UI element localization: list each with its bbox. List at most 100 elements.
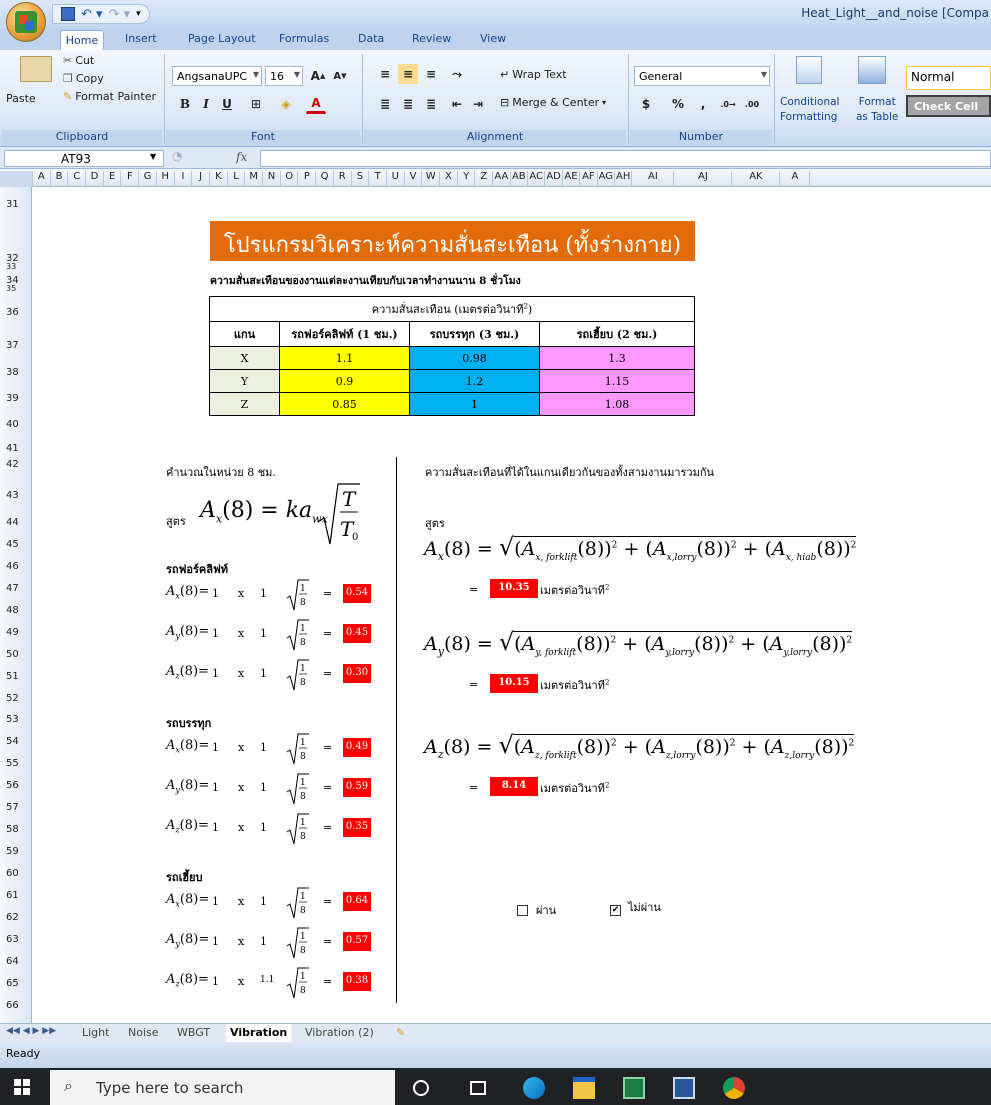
lorry-cell[interactable]: 1.2 [409,369,540,393]
align-right-icon[interactable]: ≣ [421,94,441,114]
lorry-cell[interactable]: 0.98 [409,346,540,370]
column-header[interactable]: I [175,171,193,187]
align-middle-icon[interactable]: ≡ [398,64,418,84]
row-header[interactable]: 40 [0,419,32,430]
column-header[interactable]: AC [528,171,546,187]
column-header[interactable]: Q [316,171,334,187]
forklift-cell[interactable]: 0.85 [279,392,410,416]
save-icon[interactable] [61,7,75,21]
office-button[interactable] [6,2,46,42]
column-header[interactable]: U [387,171,405,187]
row-header[interactable]: 47 [0,583,32,594]
column-header[interactable]: K [210,171,228,187]
fail-checkbox[interactable]: ✔ [610,905,621,916]
percent-icon[interactable]: % [668,94,688,114]
function-icon[interactable]: fx [236,150,247,164]
fill-color-icon[interactable]: ◈ [276,94,296,114]
redo-icon[interactable]: ↷ ▾ [109,7,131,22]
row-header[interactable]: 31 [0,199,32,210]
currency-icon[interactable]: $ [636,94,656,114]
tab-home[interactable]: Home [60,30,104,50]
forklift-cell[interactable]: 1.1 [279,346,410,370]
hiab-cell[interactable]: 1.08 [539,392,695,416]
column-header[interactable]: R [334,171,352,187]
decrease-decimal-icon[interactable]: .00 [742,94,762,114]
result-cell[interactable]: 0.64 [343,892,371,911]
paste-icon[interactable] [20,56,52,82]
row-header[interactable]: 49 [0,627,32,638]
name-box[interactable]: AT93 [4,150,164,167]
column-header[interactable]: B [51,171,69,187]
result-cell[interactable]: 0.35 [343,818,371,837]
tab-formulas[interactable]: Formulas [279,32,329,45]
column-header[interactable]: Z [476,171,494,187]
borders-icon[interactable]: ⊞ [246,94,266,114]
row-header[interactable]: 50 [0,649,32,660]
font-color-icon[interactable]: A [306,94,326,114]
row-header[interactable]: 63 [0,934,32,945]
row-header[interactable]: 54 [0,736,32,747]
result-cell[interactable]: 0.59 [343,778,371,797]
row-header[interactable]: 59 [0,846,32,857]
hiab-cell[interactable]: 1.15 [539,369,695,393]
lorry-cell[interactable]: 1 [409,392,540,416]
combined-result-cell[interactable]: 10.15 [490,674,538,693]
conditional-formatting-button[interactable]: Conditional Formatting [780,96,839,123]
align-center-icon[interactable]: ≣ [398,94,418,114]
align-left-icon[interactable]: ≣ [375,94,395,114]
edge-icon[interactable] [523,1077,545,1099]
sheet-nav-icon[interactable]: ◀◀ ◀ ▶ ▶▶ [6,1026,56,1036]
align-top-icon[interactable]: ≡ [375,64,395,84]
column-header[interactable]: N [263,171,281,187]
tab-review[interactable]: Review [412,32,451,45]
wrap-text-button[interactable]: ↵ Wrap Text [500,68,567,81]
row-header[interactable]: 62 [0,912,32,923]
task-view-icon[interactable] [470,1081,486,1095]
format-as-table-button[interactable]: Format as Table [856,96,898,123]
column-header[interactable]: AD [545,171,563,187]
result-cell[interactable]: 0.30 [343,664,371,683]
result-cell[interactable]: 0.49 [343,738,371,757]
column-header[interactable]: AG [598,171,615,187]
increase-indent-icon[interactable]: ⇥ [468,94,488,114]
comma-icon[interactable]: , [693,94,713,114]
column-header[interactable]: AA [493,171,511,187]
italic-button[interactable]: I [196,94,216,114]
sheet-tab[interactable]: Vibration (2) [305,1026,374,1039]
combined-result-cell[interactable]: 10.35 [490,579,538,598]
number-format-select[interactable]: General ▼ [634,66,770,86]
tab-data[interactable]: Data [358,32,384,45]
tab-insert[interactable]: Insert [125,32,157,45]
tab-view[interactable]: View [480,32,506,45]
decrease-indent-icon[interactable]: ⇤ [447,94,467,114]
word-icon[interactable] [673,1077,695,1099]
result-cell[interactable]: 0.57 [343,932,371,951]
column-header[interactable]: F [122,171,140,187]
undo-icon[interactable]: ↶ ▾ [81,7,103,22]
column-header[interactable]: V [405,171,423,187]
row-header[interactable]: 55 [0,758,32,769]
sheet-tab[interactable]: Light [82,1026,109,1039]
font-size-select[interactable]: 16 ▼ [265,66,303,86]
column-header[interactable]: L [228,171,246,187]
axis-cell[interactable]: Z [209,392,280,416]
row-header[interactable]: 56 [0,780,32,791]
tab-page-layout[interactable]: Page Layout [188,32,256,45]
row-header[interactable]: 41 [0,443,32,454]
column-header[interactable]: O [281,171,299,187]
underline-button[interactable]: U [217,94,237,114]
row-header[interactable]: 52 [0,693,32,704]
column-header[interactable]: AB [511,171,528,187]
select-all-corner[interactable] [0,171,33,187]
row-header[interactable]: 33 [0,262,32,271]
normal-style[interactable]: Normal [906,66,991,90]
merge-center-button[interactable]: ⊟ Merge & Center ▾ [500,96,606,109]
copy-button[interactable]: ❐ Copy [63,72,104,85]
name-box-dropdown-icon[interactable]: ▼ [150,152,156,161]
row-header[interactable]: 51 [0,671,32,682]
hiab-cell[interactable]: 1.3 [539,346,695,370]
row-header[interactable]: 36 [0,307,32,318]
format-as-table-icon[interactable] [858,56,886,84]
column-header[interactable]: A [33,171,51,187]
insert-sheet-icon[interactable]: ✎ [396,1026,405,1039]
